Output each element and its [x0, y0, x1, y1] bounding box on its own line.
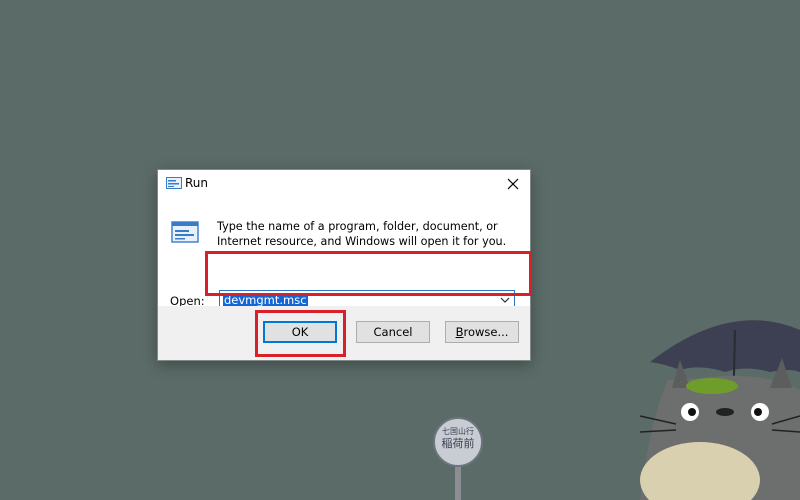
dialog-footer: OK Cancel Browse... — [158, 306, 530, 360]
dialog-title: Run — [185, 176, 209, 190]
run-icon — [166, 177, 182, 189]
close-icon — [507, 178, 519, 190]
open-input-value[interactable]: devmgmt.msc — [223, 293, 308, 307]
sign-line1: 七国山行 — [442, 426, 474, 436]
dialog-description: Type the name of a program, folder, docu… — [217, 220, 507, 248]
run-dialog: Run Type the name of a program, folder, … — [158, 170, 530, 360]
umbrella — [650, 320, 800, 372]
dropdown-button[interactable] — [498, 293, 512, 307]
title-bar[interactable]: Run — [158, 170, 530, 198]
sign-line2: 稲荷前 — [442, 436, 475, 450]
browse-accelerator: B — [455, 325, 464, 339]
chevron-down-icon — [500, 297, 510, 303]
browse-label: rowse... — [463, 325, 509, 339]
dialog-body: Type the name of a program, folder, docu… — [158, 198, 530, 310]
browse-button[interactable]: Browse... — [445, 321, 519, 343]
cancel-button[interactable]: Cancel — [356, 321, 430, 343]
run-icon — [171, 221, 199, 243]
ok-button[interactable]: OK — [263, 321, 337, 343]
desktop: 七国山行 稲荷前 Run Type the name of a program,… — [0, 0, 800, 500]
close-button[interactable] — [496, 170, 530, 198]
